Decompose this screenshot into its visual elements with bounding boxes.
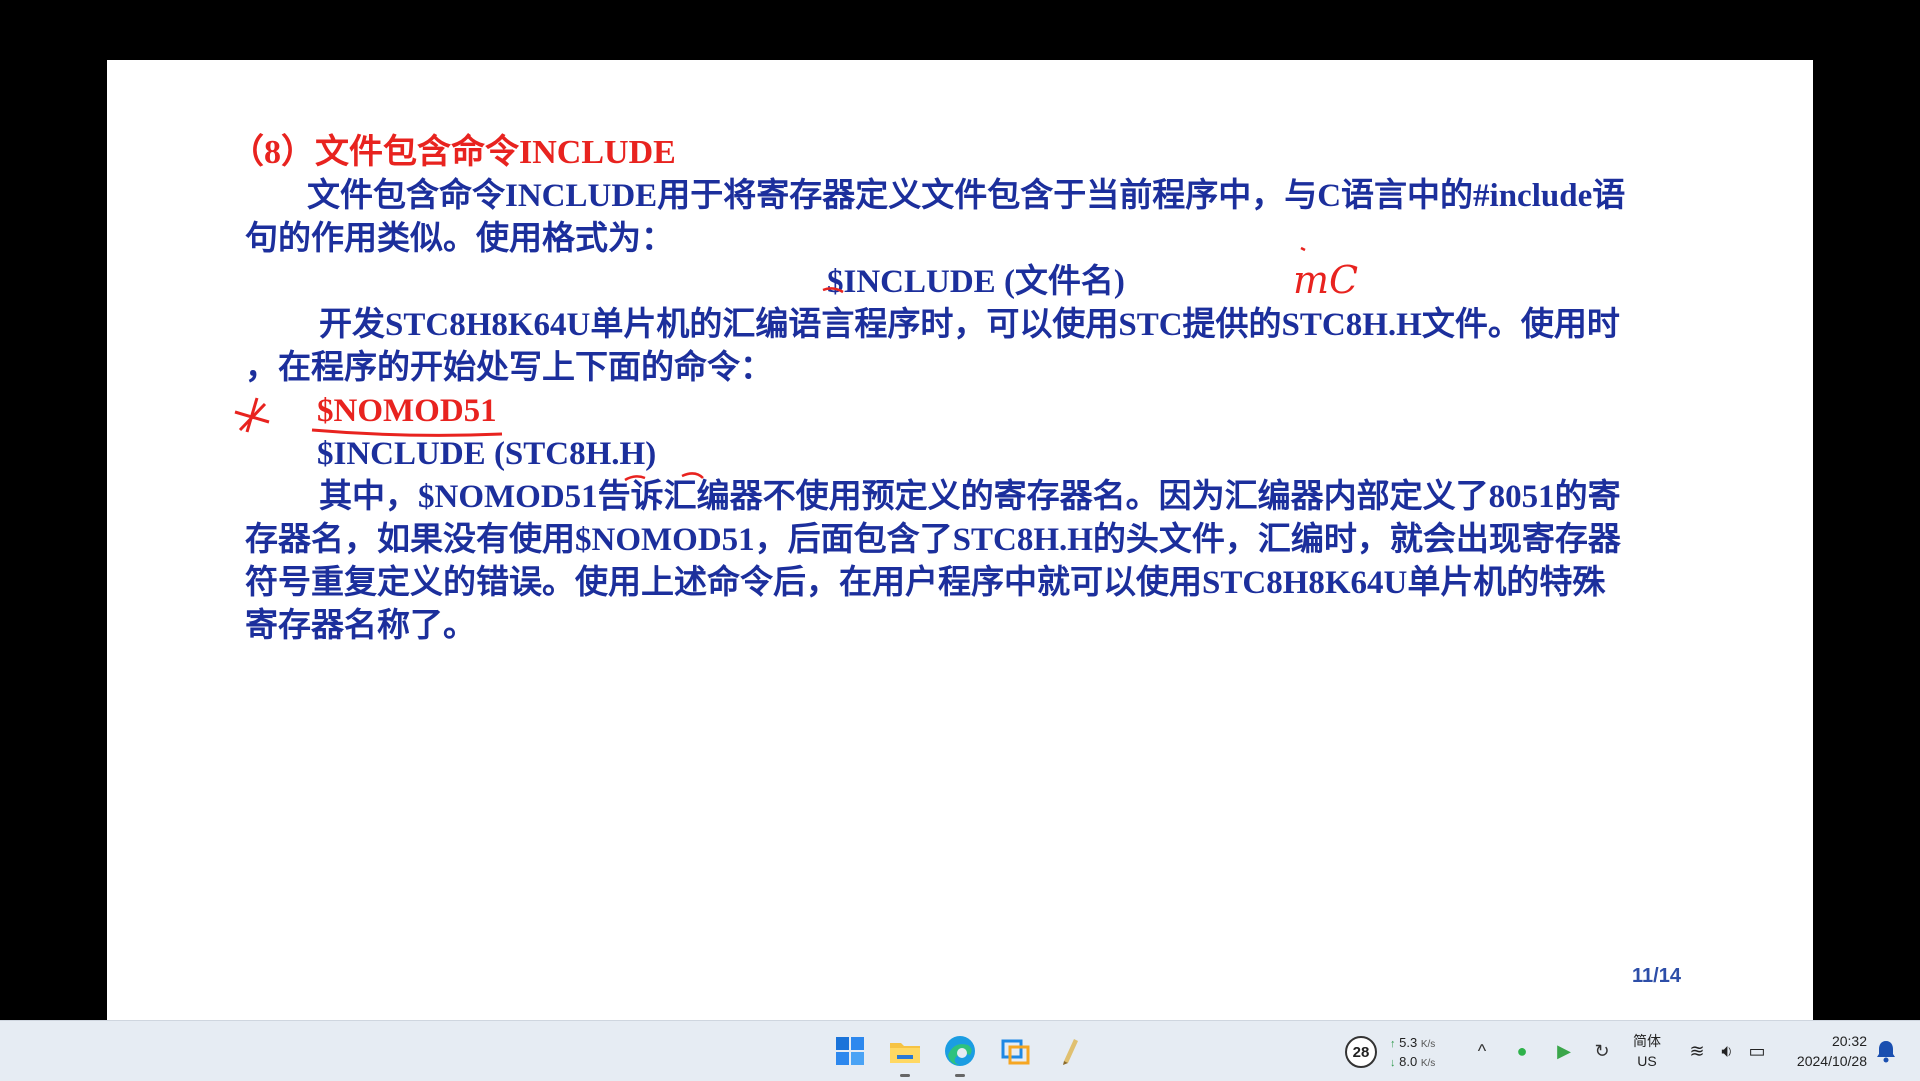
windows-start-icon[interactable] bbox=[830, 1031, 870, 1071]
clock-date: 2024/10/28 bbox=[1796, 1053, 1867, 1069]
edge-browser-icon[interactable] bbox=[940, 1031, 980, 1077]
download-speed: 8.0 bbox=[1399, 1054, 1418, 1069]
underline-mark bbox=[311, 428, 503, 437]
network-speed-widget: ↑ 5.3 K/s ↓ 8.0 K/s bbox=[1390, 1035, 1436, 1069]
ime-layout: US bbox=[1637, 1053, 1657, 1069]
clock-time: 20:32 bbox=[1831, 1033, 1867, 1049]
sync-icon[interactable]: ↻ bbox=[1590, 1039, 1614, 1063]
windows-taskbar: 28 ↑ 5.3 K/s ↓ 8.0 K/s ^ ● ▶ ↻ 简体 US ≋ 🔉… bbox=[0, 1020, 1920, 1081]
weather-widget[interactable]: 28 bbox=[1345, 1036, 1377, 1068]
chevron-up-icon[interactable]: ^ bbox=[1470, 1039, 1494, 1063]
notification-bell-icon[interactable] bbox=[1875, 1039, 1897, 1063]
nomod51-command: $NOMOD51 bbox=[317, 393, 497, 429]
paragraph-line: ，在程序的开始处写上下面的命令： bbox=[245, 350, 773, 386]
paragraph-line: 存器名，如果没有使用$NOMOD51，后面包含了STC8H.H的头文件，汇编时，… bbox=[245, 522, 1621, 558]
asterisk-mark bbox=[234, 397, 270, 433]
volume-icon[interactable]: 🔉︎ bbox=[1715, 1039, 1739, 1063]
include-command: $INCLUDE (STC8H.H) bbox=[317, 436, 657, 472]
paragraph-line: 文件包含命令INCLUDE用于将寄存器定义文件包含于当前程序中，与C语言中的#i… bbox=[307, 178, 1626, 214]
file-explorer-icon[interactable] bbox=[885, 1031, 925, 1077]
upload-speed: 5.3 bbox=[1399, 1035, 1418, 1050]
pen-app-icon[interactable] bbox=[1050, 1031, 1090, 1071]
paragraph-line: 开发STC8H8K64U单片机的汇编语言程序时，可以使用STC提供的STC8H.… bbox=[319, 307, 1620, 343]
paragraph-line: 寄存器名称了。 bbox=[245, 608, 476, 644]
handwritten-annotation: mC bbox=[1293, 258, 1359, 302]
include-syntax-line: $INCLUDE (文件名) bbox=[827, 264, 1125, 300]
paragraph-line: 符号重复定义的错误。使用上述命令后，在用户程序中就可以使用STC8H8K64U单… bbox=[245, 565, 1606, 601]
app-window-icon[interactable] bbox=[995, 1031, 1035, 1071]
ime-language: 简体 bbox=[1633, 1033, 1661, 1049]
battery-icon[interactable]: ▭ bbox=[1745, 1039, 1769, 1063]
media-play-icon[interactable]: ▶ bbox=[1552, 1039, 1576, 1063]
slide-canvas: （8）文件包含命令INCLUDE 文件包含命令INCLUDE用于将寄存器定义文件… bbox=[107, 60, 1813, 1020]
wifi-icon[interactable]: ≋ bbox=[1685, 1039, 1709, 1063]
system-clock[interactable]: 20:32 2024/10/28 bbox=[1785, 1031, 1867, 1071]
paragraph-line: 其中，$NOMOD51告诉汇编器不使用预定义的寄存器名。因为汇编器内部定义了80… bbox=[319, 479, 1621, 515]
input-method-indicator[interactable]: 简体 US bbox=[1633, 1031, 1661, 1071]
wechat-icon[interactable]: ● bbox=[1510, 1039, 1534, 1063]
slide-page-number: 11/14 bbox=[1632, 965, 1681, 987]
section-heading: （8）文件包含命令INCLUDE bbox=[230, 134, 676, 171]
paragraph-line: 句的作用类似。使用格式为： bbox=[245, 221, 674, 257]
